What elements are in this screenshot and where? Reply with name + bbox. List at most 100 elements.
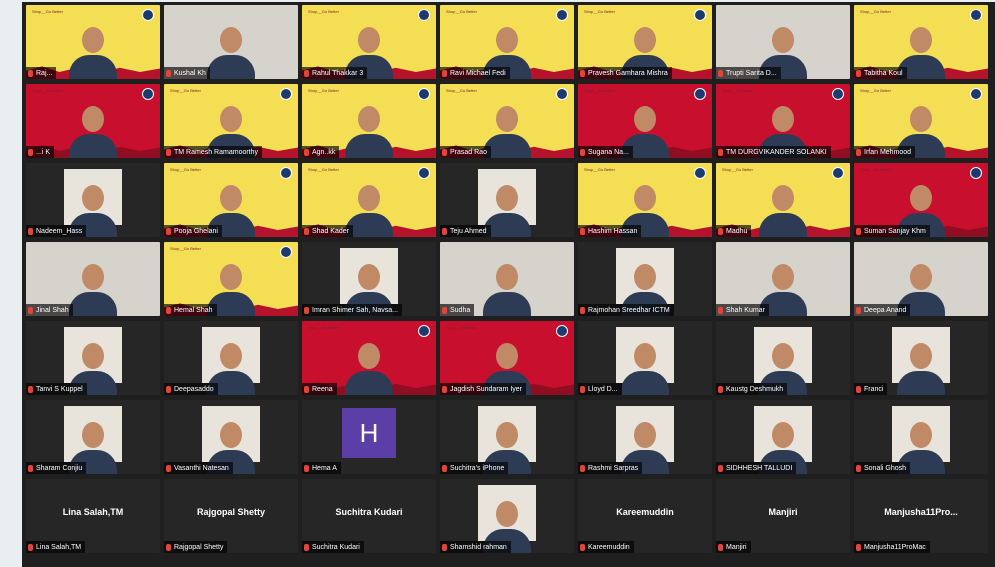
participant-tile[interactable]: Tanvi S Kuppel xyxy=(26,321,160,395)
participant-tile[interactable]: Kareemuddin Kareemuddin xyxy=(578,479,712,553)
participant-tile[interactable]: Shop__Go Better Agn..kk xyxy=(302,84,436,158)
participant-name: Manjusha11ProMac xyxy=(864,543,926,551)
participant-tile[interactable]: SIDHHESH TALLUDI xyxy=(716,400,850,474)
participant-name-bar: Agn..kk xyxy=(302,146,340,158)
participant-name-bar: Nadeem_Hass xyxy=(26,225,87,237)
participant-name-bar: Franci xyxy=(854,383,888,395)
person-head xyxy=(634,106,656,132)
participant-tile[interactable]: Shop__Go Better Pravesh Gamhara Mishra xyxy=(578,5,712,79)
participant-tile[interactable]: Suchitra's iPhone xyxy=(440,400,574,474)
background-brand-text: Shop__Go Better xyxy=(584,167,615,172)
participant-tile[interactable]: Nadeem_Hass xyxy=(26,163,160,237)
toastmasters-logo-icon xyxy=(280,246,292,258)
person-head xyxy=(82,185,104,211)
person-body xyxy=(69,292,117,316)
background-brand-text: Shop__Go Better xyxy=(860,88,891,93)
participant-tile[interactable]: Manjusha11Pro... Manjusha11ProMac xyxy=(854,479,988,553)
participant-tile[interactable]: Shop__Go Better Pooja Ghelani xyxy=(164,163,298,237)
participant-name-bar: TM Ramesh Ramamoorthy xyxy=(164,146,263,158)
participant-center-name: Manjusha11Pro... xyxy=(884,507,958,517)
participant-name: Tanvi S Kuppel xyxy=(36,385,83,393)
participant-name: Madhu xyxy=(726,227,748,235)
person-head xyxy=(496,106,518,132)
participant-tile[interactable]: Shop__Go Better Hashim Hassan xyxy=(578,163,712,237)
participant-name-bar: Imran Shimer Sah, Navsa... xyxy=(302,304,402,316)
participant-tile[interactable]: H Hema A xyxy=(302,400,436,474)
participant-name-bar: Tabitha Koul xyxy=(854,67,907,79)
participant-tile[interactable]: Kaustg Deshmukh xyxy=(716,321,850,395)
participant-tile[interactable]: Shop__Go Better Shad Kader xyxy=(302,163,436,237)
participant-tile[interactable]: Lina Salah,TM Lina Salah,TM xyxy=(26,479,160,553)
person-head xyxy=(82,422,104,448)
participant-tile[interactable]: Kushal Kh xyxy=(164,5,298,79)
participant-name: Jagdish Sundaram Iyer xyxy=(450,385,522,393)
participant-tile[interactable]: Sharam Conjiu xyxy=(26,400,160,474)
participant-tile[interactable]: Shop__Go Better Suman Sanjay Khm xyxy=(854,163,988,237)
participant-tile[interactable]: Shop__Go Better Prasad Rao xyxy=(440,84,574,158)
participant-tile[interactable]: Shop__Go Better Tabitha Koul xyxy=(854,5,988,79)
participant-tile[interactable]: Suchitra Kudari Suchitra Kudari xyxy=(302,479,436,553)
participant-tile[interactable]: Shop__Go Better Irfan Mehmood xyxy=(854,84,988,158)
participant-tile[interactable]: Trupti Sarita D... xyxy=(716,5,850,79)
muted-mic-icon xyxy=(28,464,33,472)
participant-name: SIDHHESH TALLUDI xyxy=(726,464,793,472)
participant-tile[interactable]: Deepa Anand xyxy=(854,242,988,316)
participant-name-bar: Lina Salah,TM xyxy=(26,541,86,553)
participant-name: Shah Kumar xyxy=(726,306,765,314)
participant-tile[interactable]: Rajgopal Shetty Rajgopal Shetty xyxy=(164,479,298,553)
muted-mic-icon xyxy=(442,227,447,235)
muted-mic-icon xyxy=(442,306,447,314)
participant-name-bar: Rajmohan Sreedhar ICTM xyxy=(578,304,674,316)
person-body xyxy=(483,292,531,316)
muted-mic-icon xyxy=(28,69,33,77)
participant-name: Suman Sanjay Khm xyxy=(864,227,926,235)
participant-tile[interactable]: Lloyd D... xyxy=(578,321,712,395)
participant-name: Jinal Shah xyxy=(36,306,69,314)
muted-mic-icon xyxy=(304,227,309,235)
participant-name: Rashmi Sarpras xyxy=(588,464,639,472)
participant-tile[interactable]: Sudha xyxy=(440,242,574,316)
participant-name-bar: Irfan Mehmood xyxy=(854,146,916,158)
participant-tile[interactable]: Franci xyxy=(854,321,988,395)
participant-name-bar: Lloyd D... xyxy=(578,383,622,395)
muted-mic-icon xyxy=(166,148,171,156)
participant-tile[interactable]: Shop__Go Better ...i K xyxy=(26,84,160,158)
participant-tile[interactable]: Sonali Ghosh xyxy=(854,400,988,474)
participant-tile[interactable]: Shop__Go Better Rahul Thakkar 3 xyxy=(302,5,436,79)
participant-name: Reena xyxy=(312,385,333,393)
participant-tile[interactable]: Jinal Shah xyxy=(26,242,160,316)
participant-name: Rajgopal Shetty xyxy=(174,543,224,551)
participant-name: Hema A xyxy=(312,464,337,472)
participant-tile[interactable]: Shop__Go Better Madhu xyxy=(716,163,850,237)
participant-name-bar: Reena xyxy=(302,383,337,395)
participant-tile[interactable]: Rashmi Sarpras xyxy=(578,400,712,474)
participant-video-person xyxy=(483,260,531,316)
participant-tile[interactable]: Shop__Go Better TM Ramesh Ramamoorthy xyxy=(164,84,298,158)
muted-mic-icon xyxy=(166,464,171,472)
toastmasters-logo-icon xyxy=(418,9,430,21)
participant-tile[interactable]: Shop__Go Better Hemal Shah xyxy=(164,242,298,316)
participant-tile[interactable]: Teju Ahmed xyxy=(440,163,574,237)
participant-tile[interactable]: Rajmohan Sreedhar ICTM xyxy=(578,242,712,316)
participant-tile[interactable]: Shop__Go Better Jagdish Sundaram Iyer xyxy=(440,321,574,395)
participant-tile[interactable]: Shop__Go Better Ravi Michael Fedi xyxy=(440,5,574,79)
muted-mic-icon xyxy=(718,69,723,77)
participant-tile[interactable]: Imran Shimer Sah, Navsa... xyxy=(302,242,436,316)
participant-tile[interactable]: Shop__Go Better Reena xyxy=(302,321,436,395)
muted-mic-icon xyxy=(442,69,447,77)
person-head xyxy=(910,106,932,132)
participant-tile[interactable]: Shah Kumar xyxy=(716,242,850,316)
participant-video-person xyxy=(69,23,117,79)
participant-name-bar: Deepasaddo xyxy=(164,383,218,395)
participant-tile[interactable]: Vasanthi Natesan xyxy=(164,400,298,474)
person-body xyxy=(621,371,669,395)
muted-mic-icon xyxy=(166,543,171,551)
participant-tile[interactable]: Deepasaddo xyxy=(164,321,298,395)
participant-tile[interactable]: Shop__Go Better TM DURGVIKANDER SOLANKI xyxy=(716,84,850,158)
participant-tile[interactable]: Shop__Go Better Sugana Na... xyxy=(578,84,712,158)
participant-name-bar: Suchitra Kudari xyxy=(302,541,364,553)
participant-tile[interactable]: Shamshid rahman xyxy=(440,479,574,553)
participant-name-bar: Sharam Conjiu xyxy=(26,462,87,474)
participant-tile[interactable]: Shop__Go Better Raj... xyxy=(26,5,160,79)
participant-tile[interactable]: Manjiri Manjiri xyxy=(716,479,850,553)
